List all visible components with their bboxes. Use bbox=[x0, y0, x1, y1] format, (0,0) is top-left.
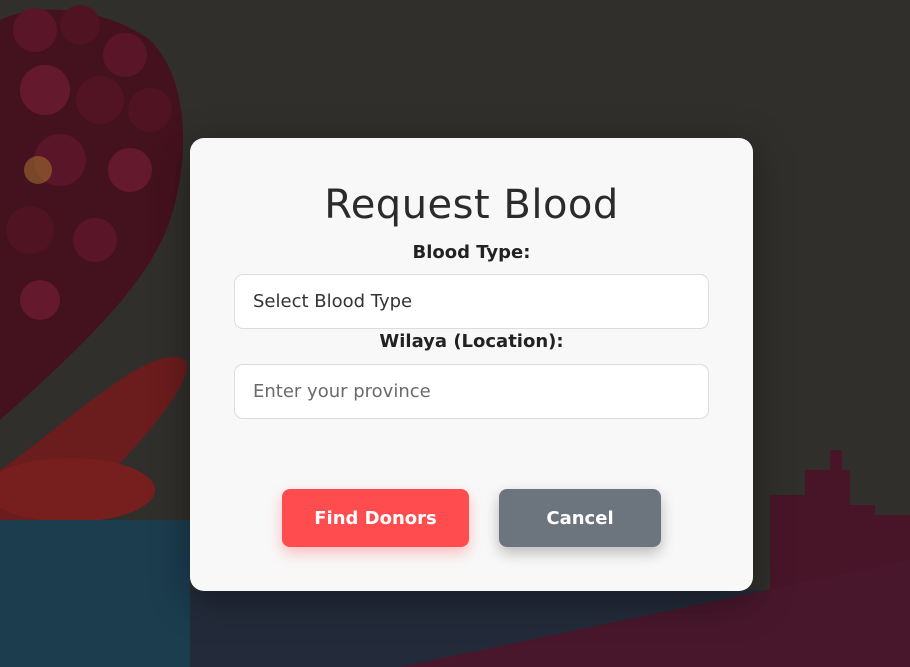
modal-title: Request Blood bbox=[324, 182, 619, 228]
find-donors-button[interactable]: Find Donors bbox=[282, 489, 469, 547]
blood-type-select[interactable]: Select Blood Type bbox=[234, 274, 709, 329]
request-blood-modal: Request Blood Blood Type: Select Blood T… bbox=[190, 138, 753, 591]
blood-type-select-value: Select Blood Type bbox=[253, 291, 413, 312]
cancel-button[interactable]: Cancel bbox=[499, 489, 661, 547]
blood-type-label: Blood Type: bbox=[412, 242, 531, 263]
location-field[interactable] bbox=[234, 364, 709, 419]
location-input[interactable] bbox=[253, 381, 690, 402]
location-label: Wilaya (Location): bbox=[379, 331, 564, 352]
